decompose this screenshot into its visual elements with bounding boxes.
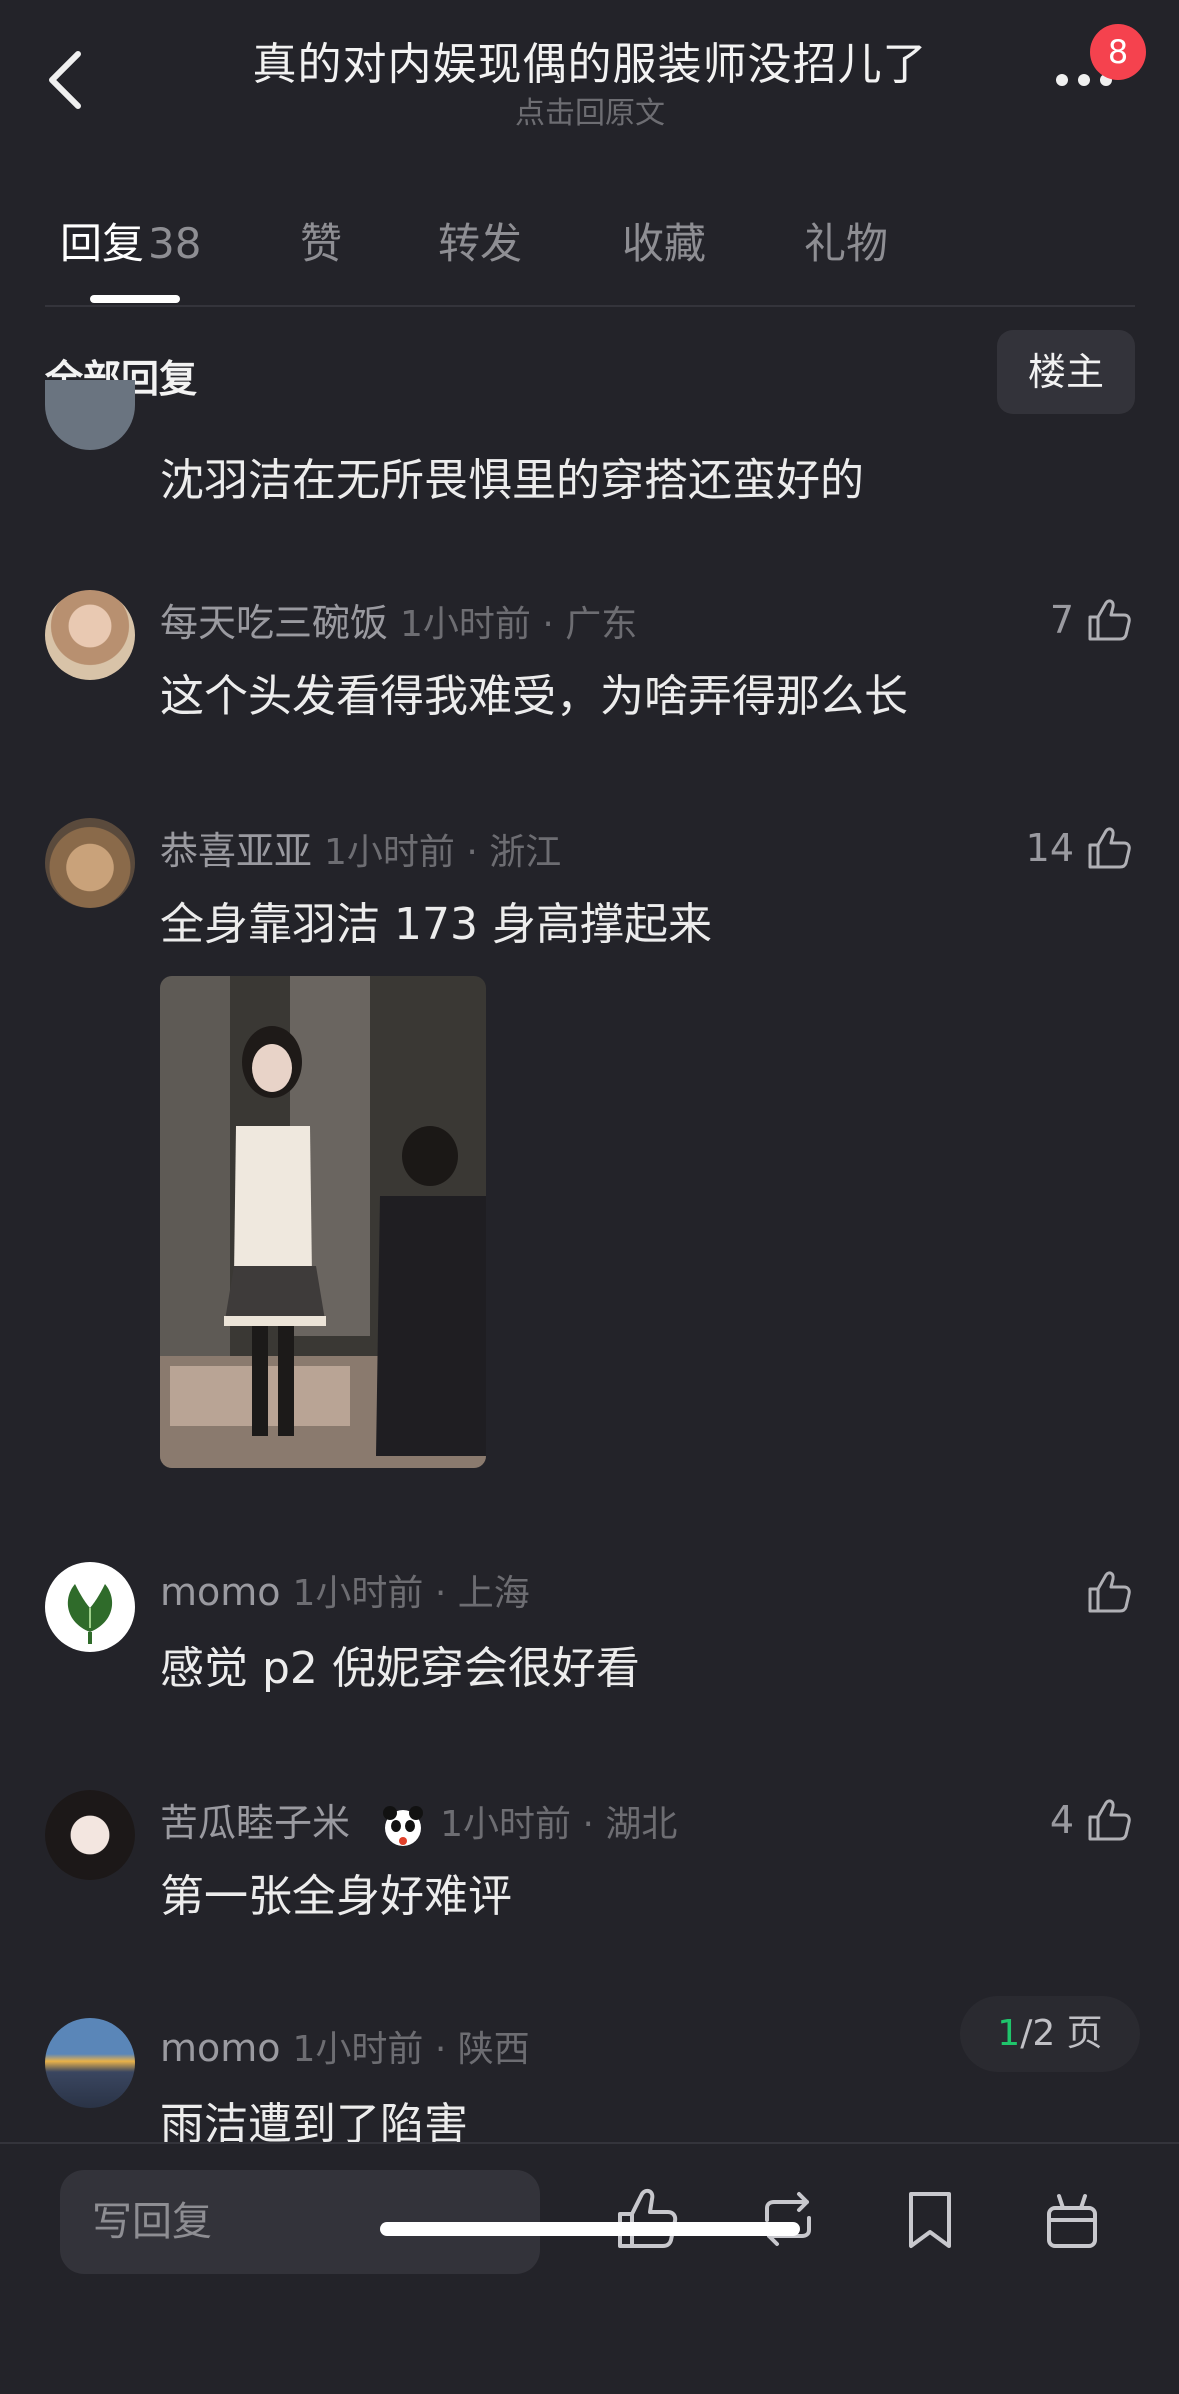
tab-likes[interactable]: 赞 bbox=[300, 210, 342, 271]
back-to-original-link[interactable]: 点击回原文 bbox=[200, 88, 980, 132]
timestamp: 1小时前 · 陕西 bbox=[292, 2029, 530, 2070]
tab-replies-count: 38 bbox=[148, 219, 202, 268]
comment-body: 这个头发看得我难受，为啥弄得那么长 bbox=[160, 671, 908, 722]
like-button[interactable] bbox=[612, 2184, 682, 2254]
comment-body: 沈羽洁在无所畏惧里的穿搭还蛮好的 bbox=[160, 455, 864, 506]
gift-button[interactable] bbox=[1037, 2184, 1107, 2254]
username[interactable]: momo bbox=[160, 2026, 281, 2070]
photo-image bbox=[160, 976, 486, 1468]
panda-emoji-icon bbox=[378, 1801, 428, 1851]
tab-indicator bbox=[90, 295, 180, 303]
comment-meta: 苦瓜睦子米 1小时前 · 湖北 bbox=[160, 1792, 677, 1851]
op-only-button[interactable]: 楼主 bbox=[997, 330, 1135, 414]
comment-meta: momo 1小时前 · 陕西 bbox=[160, 2020, 530, 2072]
like-count: 14 bbox=[1025, 826, 1074, 870]
thumbs-up-icon bbox=[1088, 827, 1131, 869]
repost-button[interactable] bbox=[753, 2184, 823, 2254]
chevron-left-icon bbox=[49, 51, 81, 109]
avatar[interactable] bbox=[45, 818, 135, 908]
page-title: 真的对内娱现偶的服装师没招儿了 bbox=[252, 39, 928, 90]
like-icon bbox=[618, 2188, 678, 2248]
comment-meta: 每天吃三碗饭 1小时前 · 广东 bbox=[160, 592, 637, 647]
username[interactable]: 苦瓜睦子米 bbox=[160, 1801, 350, 1845]
notification-badge: 8 bbox=[1090, 24, 1146, 80]
repost-icon bbox=[765, 2192, 811, 2246]
avatar[interactable] bbox=[45, 2018, 135, 2108]
like-count: 4 bbox=[1049, 1798, 1074, 1842]
comment-body: 感觉 p2 倪妮穿会很好看 bbox=[160, 1643, 640, 1694]
comment-body: 全身靠羽洁 173 身高撑起来 bbox=[160, 899, 712, 950]
like-count: 7 bbox=[1049, 598, 1074, 642]
comment-meta: momo 1小时前 · 上海 bbox=[160, 1564, 530, 1616]
avatar[interactable] bbox=[45, 1790, 135, 1880]
timestamp: 1小时前 · 浙江 bbox=[324, 832, 562, 873]
thumbs-up-icon bbox=[1088, 1571, 1131, 1613]
bookmark-button[interactable] bbox=[895, 2184, 965, 2254]
timestamp: 1小时前 · 广东 bbox=[400, 604, 638, 645]
username[interactable]: 每天吃三碗饭 bbox=[160, 601, 388, 645]
bookmark-icon bbox=[909, 2192, 951, 2248]
like-button[interactable]: 4 bbox=[1050, 1790, 1134, 1850]
back-button[interactable] bbox=[40, 40, 100, 120]
username[interactable]: 恭喜亚亚 bbox=[160, 829, 312, 873]
home-indicator[interactable] bbox=[380, 2222, 800, 2236]
like-button[interactable]: 7 bbox=[1050, 590, 1134, 650]
leaf-image bbox=[67, 1584, 113, 1644]
tab-replies[interactable]: 回复38 bbox=[60, 210, 201, 271]
like-button[interactable]: 14 bbox=[1026, 818, 1134, 878]
like-button[interactable] bbox=[1074, 1562, 1134, 1622]
avatar[interactable] bbox=[45, 380, 135, 450]
divider bbox=[45, 305, 1135, 307]
screen: 真的对内娱现偶的服装师没招儿了 点击回原文 8 回复38 赞 转发 收藏 礼物 … bbox=[0, 0, 1179, 2394]
tab-reposts[interactable]: 转发 bbox=[438, 210, 522, 271]
timestamp: 1小时前 · 湖北 bbox=[440, 1804, 678, 1845]
bottom-bar: 写回复 bbox=[0, 2142, 1179, 2394]
tab-favorites[interactable]: 收藏 bbox=[622, 210, 706, 271]
username[interactable]: momo bbox=[160, 1570, 281, 1614]
comment-photo[interactable] bbox=[160, 976, 486, 1468]
comment-body: 第一张全身好难评 bbox=[160, 1871, 512, 1922]
tab-gifts[interactable]: 礼物 bbox=[804, 210, 888, 271]
tab-replies-label: 回复 bbox=[60, 219, 145, 268]
thumbs-up-icon bbox=[1088, 599, 1131, 641]
page-indicator[interactable]: 1/2 页 bbox=[960, 1996, 1140, 2072]
avatar[interactable] bbox=[45, 590, 135, 680]
timestamp: 1小时前 · 上海 bbox=[292, 1573, 530, 1614]
current-page: 1 bbox=[997, 2013, 1021, 2054]
gift-icon bbox=[1047, 2194, 1097, 2248]
thumbs-up-icon bbox=[1088, 1799, 1131, 1841]
total-pages: /2 页 bbox=[1020, 2013, 1103, 2054]
comment-meta: 恭喜亚亚 1小时前 · 浙江 bbox=[160, 820, 561, 875]
avatar[interactable] bbox=[45, 1562, 135, 1652]
